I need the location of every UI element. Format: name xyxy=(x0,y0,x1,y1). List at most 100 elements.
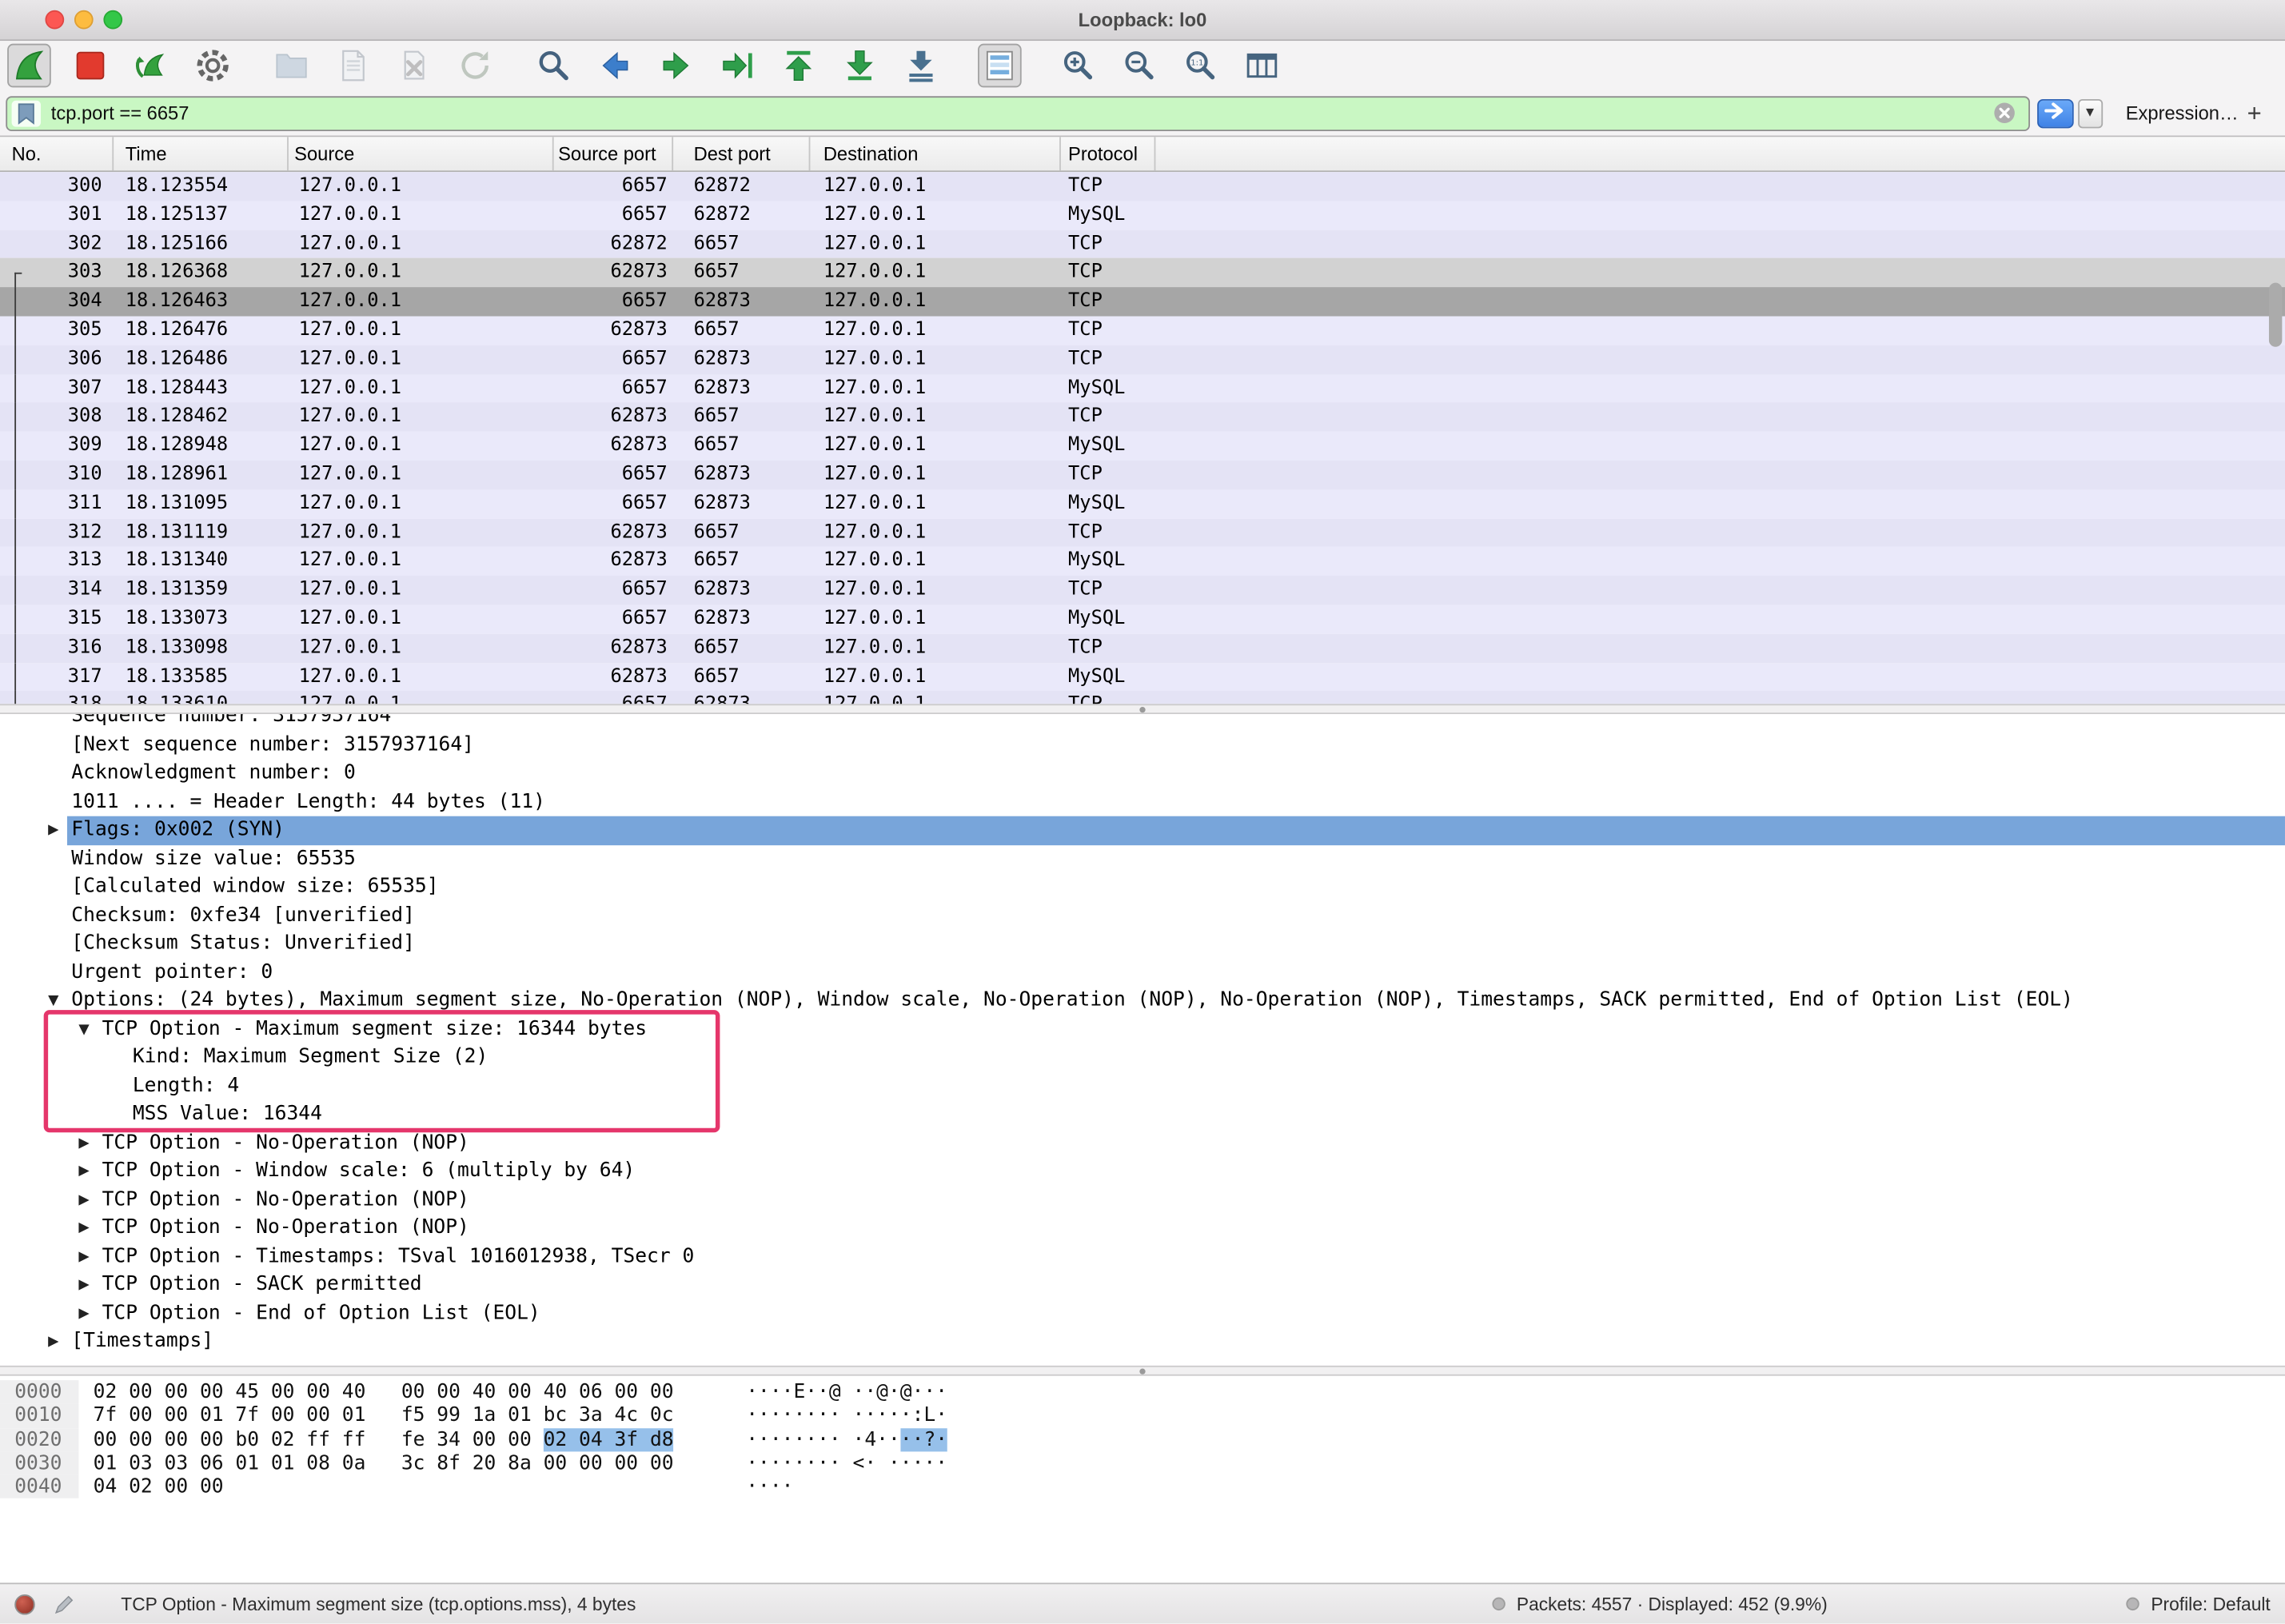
reload-file-button[interactable] xyxy=(453,44,497,88)
hex-row[interactable]: 00107f 00 00 01 7f 00 00 01 f5 99 1a 01 … xyxy=(0,1404,2285,1428)
collapsed-arrow-icon[interactable]: ▶ xyxy=(78,1157,102,1186)
column-header-dest-port[interactable]: Dest port xyxy=(673,137,810,170)
expanded-arrow-icon[interactable]: ▼ xyxy=(78,1015,102,1044)
detail-line[interactable]: ▶TCP Option - SACK permitted xyxy=(0,1271,2285,1299)
packet-row[interactable]: 30418.126463127.0.0.1665762873127.0.0.1T… xyxy=(0,287,2285,316)
capture-options-button[interactable] xyxy=(191,44,235,88)
zoom-normal-button[interactable]: 1:1 xyxy=(1179,44,1223,88)
pane-splitter-top[interactable] xyxy=(0,704,2285,714)
packet-row[interactable]: 31818.133610127.0.0.1665762873127.0.0.1T… xyxy=(0,692,2285,704)
expanded-arrow-icon[interactable]: ▼ xyxy=(48,987,71,1015)
capture-comment-icon[interactable] xyxy=(54,1593,75,1614)
packet-row[interactable]: 30718.128443127.0.0.1665762873127.0.0.1M… xyxy=(0,374,2285,403)
restart-capture-button[interactable] xyxy=(130,44,173,88)
detail-line[interactable]: ▶Flags: 0x002 (SYN) xyxy=(0,816,2285,845)
zoom-out-button[interactable] xyxy=(1118,44,1162,88)
hex-row[interactable]: 004004 02 00 00···· xyxy=(0,1475,2285,1499)
collapsed-arrow-icon[interactable]: ▶ xyxy=(78,1214,102,1243)
packet-row[interactable]: 30518.126476127.0.0.1628736657127.0.0.1T… xyxy=(0,316,2285,345)
filter-history-dropdown-button[interactable] xyxy=(2078,98,2103,127)
detail-line[interactable]: [Calculated window size: 65535] xyxy=(0,873,2285,902)
filter-apply-button[interactable] xyxy=(2037,98,2074,127)
detail-line[interactable]: ▶TCP Option - No-Operation (NOP) xyxy=(0,1129,2285,1158)
go-back-button[interactable] xyxy=(593,44,637,88)
column-header-time[interactable]: Time xyxy=(114,137,289,170)
packet-list-body: 30018.123554127.0.0.1665762872127.0.0.1T… xyxy=(0,172,2285,704)
filter-field[interactable] xyxy=(6,95,2029,130)
collapsed-arrow-icon[interactable]: ▶ xyxy=(48,816,71,845)
detail-line[interactable]: ▶TCP Option - Timestamps: TSval 10160129… xyxy=(0,1243,2285,1271)
close-file-button[interactable] xyxy=(392,44,436,88)
packet-row[interactable]: 30818.128462127.0.0.1628736657127.0.0.1T… xyxy=(0,403,2285,432)
packet-row[interactable]: 30218.125166127.0.0.1628726657127.0.0.1T… xyxy=(0,229,2285,258)
go-to-packet-button[interactable] xyxy=(716,44,760,88)
detail-line[interactable]: MSS Value: 16344 xyxy=(0,1100,2285,1129)
column-header-no[interactable]: No. xyxy=(0,137,114,170)
packet-row[interactable]: 31418.131359127.0.0.1665762873127.0.0.1T… xyxy=(0,576,2285,605)
detail-line[interactable]: ▼TCP Option - Maximum segment size: 1634… xyxy=(0,1015,2285,1044)
filter-bookmark-icon[interactable] xyxy=(12,100,41,126)
column-header-source-port[interactable]: Source port xyxy=(554,137,673,170)
detail-line[interactable]: [Checksum Status: Unverified] xyxy=(0,930,2285,959)
packet-row[interactable]: 31318.131340127.0.0.1628736657127.0.0.1M… xyxy=(0,547,2285,576)
vertical-scrollbar-thumb[interactable] xyxy=(2269,283,2282,347)
packet-row[interactable]: 31018.128961127.0.0.1665762873127.0.0.1T… xyxy=(0,461,2285,489)
detail-line[interactable]: ▶TCP Option - No-Operation (NOP) xyxy=(0,1186,2285,1215)
detail-line[interactable]: Kind: Maximum Segment Size (2) xyxy=(0,1043,2285,1072)
packet-row[interactable]: 31618.133098127.0.0.1628736657127.0.0.1T… xyxy=(0,633,2285,662)
packet-row[interactable]: 30918.128948127.0.0.1628736657127.0.0.1M… xyxy=(0,432,2285,461)
collapsed-arrow-icon[interactable]: ▶ xyxy=(78,1271,102,1299)
zoom-in-button[interactable] xyxy=(1056,44,1100,88)
open-file-button[interactable] xyxy=(269,44,313,88)
auto-scroll-button[interactable] xyxy=(899,44,943,88)
detail-line[interactable]: Window size value: 65535 xyxy=(0,844,2285,873)
detail-line[interactable]: ▶[Timestamps] xyxy=(0,1327,2285,1356)
column-header-destination[interactable]: Destination xyxy=(810,137,1061,170)
add-filter-button[interactable]: + xyxy=(2239,98,2271,127)
packet-row[interactable]: 31518.133073127.0.0.1665762873127.0.0.1M… xyxy=(0,605,2285,633)
detail-line[interactable]: ▶TCP Option - Window scale: 6 (multiply … xyxy=(0,1157,2285,1186)
go-to-top-button[interactable] xyxy=(776,44,820,88)
packet-row[interactable]: 30618.126486127.0.0.1665762873127.0.0.1T… xyxy=(0,345,2285,374)
save-file-button[interactable] xyxy=(331,44,375,88)
collapsed-arrow-icon[interactable]: ▶ xyxy=(78,1243,102,1271)
column-header-protocol[interactable]: Protocol xyxy=(1061,137,1155,170)
collapsed-arrow-icon[interactable]: ▶ xyxy=(78,1186,102,1215)
detail-line[interactable]: ▼Options: (24 bytes), Maximum segment si… xyxy=(0,987,2285,1015)
packet-row[interactable]: 30118.125137127.0.0.1665762872127.0.0.1M… xyxy=(0,201,2285,229)
packet-row[interactable]: 30318.126368127.0.0.1628736657127.0.0.1T… xyxy=(0,258,2285,287)
packet-row[interactable]: 31218.131119127.0.0.1628736657127.0.0.1T… xyxy=(0,518,2285,547)
colorize-button[interactable] xyxy=(978,44,1022,88)
packet-row[interactable]: 31118.131095127.0.0.1665762873127.0.0.1M… xyxy=(0,489,2285,518)
detail-line[interactable]: ▶TCP Option - No-Operation (NOP) xyxy=(0,1214,2285,1243)
go-forward-button[interactable] xyxy=(654,44,698,88)
detail-line[interactable]: [Next sequence number: 3157937164] xyxy=(0,731,2285,760)
pane-splitter-bottom[interactable] xyxy=(0,1366,2285,1376)
status-profile[interactable]: Profile: Default xyxy=(2151,1594,2270,1614)
start-capture-button[interactable] xyxy=(7,44,51,88)
detail-line[interactable]: Urgent pointer: 0 xyxy=(0,958,2285,987)
stop-capture-button[interactable] xyxy=(69,44,113,88)
hex-row[interactable]: 000002 00 00 00 45 00 00 40 00 00 40 00 … xyxy=(0,1380,2285,1404)
hex-row[interactable]: 002000 00 00 00 b0 02 ff ff fe 34 00 00 … xyxy=(0,1428,2285,1452)
collapsed-arrow-icon[interactable]: ▶ xyxy=(78,1129,102,1158)
detail-line[interactable]: 1011 .... = Header Length: 44 bytes (11) xyxy=(0,788,2285,816)
expert-info-button[interactable] xyxy=(14,1594,35,1614)
detail-line[interactable]: Acknowledgment number: 0 xyxy=(0,760,2285,788)
detail-line[interactable]: Length: 4 xyxy=(0,1072,2285,1101)
packet-row[interactable]: 30018.123554127.0.0.1665762872127.0.0.1T… xyxy=(0,172,2285,201)
resize-columns-button[interactable] xyxy=(1240,44,1284,88)
filter-input[interactable] xyxy=(51,102,1993,124)
collapsed-arrow-icon[interactable]: ▶ xyxy=(78,1299,102,1328)
detail-line[interactable]: Sequence number: 3157937164 xyxy=(0,714,2285,731)
detail-line[interactable]: ▶TCP Option - End of Option List (EOL) xyxy=(0,1299,2285,1328)
expression-button[interactable]: Expression… xyxy=(2126,102,2239,124)
detail-line[interactable]: Checksum: 0xfe34 [unverified] xyxy=(0,901,2285,930)
hex-row[interactable]: 003001 03 03 06 01 01 08 0a 3c 8f 20 8a … xyxy=(0,1451,2285,1475)
column-header-source[interactable]: Source xyxy=(289,137,554,170)
packet-row[interactable]: 31718.133585127.0.0.1628736657127.0.0.1M… xyxy=(0,663,2285,692)
collapsed-arrow-icon[interactable]: ▶ xyxy=(48,1327,71,1356)
go-to-bottom-button[interactable] xyxy=(838,44,882,88)
find-packet-button[interactable] xyxy=(532,44,576,88)
filter-clear-icon[interactable] xyxy=(1993,102,2015,124)
